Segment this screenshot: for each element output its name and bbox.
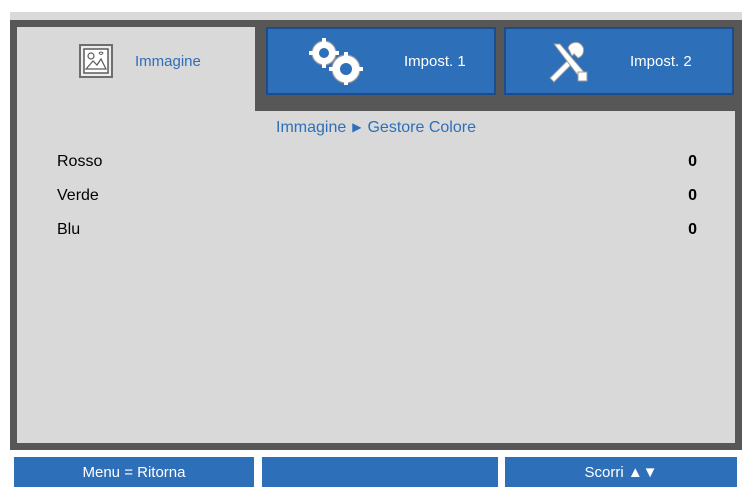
setting-row-rosso[interactable]: Rosso 0 [57, 153, 697, 171]
tab-label: Impost. 2 [630, 52, 692, 70]
content-panel: Immagine ▶ Gestore Colore Rosso 0 Verde 0 … [17, 111, 735, 443]
picture-icon [79, 44, 113, 78]
breadcrumb-current: Gestore Colore [367, 119, 476, 136]
footer-middle [262, 457, 498, 487]
projector-osd: Immagine Impost. 1 Impost. 2 Immagine ▶ … [0, 0, 742, 496]
footer-scroll-hint: Scorri ▲▼ [505, 457, 737, 487]
breadcrumb-parent: Immagine [276, 119, 347, 136]
footer-back-hint: Menu = Ritorna [14, 457, 254, 487]
setting-value: 0 [688, 153, 697, 170]
breadcrumb: Immagine ▶ Gestore Colore [17, 119, 735, 137]
footer-left-text: Menu = Ritorna [82, 463, 186, 481]
footer-right-text: Scorri ▲▼ [584, 463, 658, 481]
setting-value: 0 [688, 187, 697, 204]
tab-impost-1[interactable]: Impost. 1 [266, 27, 496, 95]
setting-row-verde[interactable]: Verde 0 [57, 187, 697, 205]
tools-icon [544, 38, 590, 84]
gears-icon [306, 37, 366, 85]
setting-label: Verde [57, 187, 99, 204]
setting-row-blu[interactable]: Blu 0 [57, 221, 697, 239]
setting-label: Blu [57, 221, 81, 238]
chevron-right-icon: ▶ [352, 120, 362, 134]
top-band [10, 12, 742, 20]
setting-value: 0 [688, 221, 697, 238]
tab-immagine[interactable]: Immagine [17, 27, 255, 119]
tab-impost-2[interactable]: Impost. 2 [504, 27, 734, 95]
setting-label: Rosso [57, 153, 103, 170]
tab-label: Immagine [135, 52, 201, 70]
tab-label: Impost. 1 [404, 52, 466, 70]
